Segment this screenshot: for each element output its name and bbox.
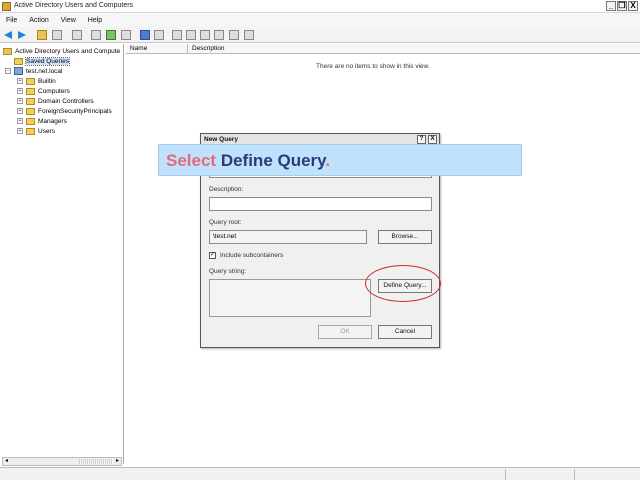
tree-item-label: Managers	[38, 117, 67, 125]
back-icon[interactable]	[4, 30, 14, 40]
add-to-group-icon[interactable]	[244, 30, 254, 40]
dialog-title: New Query	[204, 136, 238, 143]
menu-action[interactable]: Action	[29, 17, 48, 24]
instruction-period: .	[325, 151, 331, 170]
tree-item-root[interactable]: Active Directory Users and Compute	[3, 46, 120, 56]
tree-item-label: Computers	[38, 87, 70, 95]
instruction-callout: Select Define Query.	[158, 144, 522, 176]
browse-button[interactable]: Browse...	[378, 230, 432, 244]
status-separator	[505, 469, 506, 480]
dialog-help-button[interactable]: ?	[417, 135, 426, 144]
tree-item-label: Users	[38, 127, 55, 135]
menu-view[interactable]: View	[61, 17, 76, 24]
help-icon[interactable]	[140, 30, 150, 40]
minimize-button[interactable]: _	[606, 1, 616, 11]
forward-icon[interactable]	[17, 30, 27, 40]
folder-icon	[26, 77, 35, 85]
expand-icon[interactable]: +	[17, 88, 23, 94]
export-list-icon[interactable]	[121, 30, 131, 40]
instruction-text: Select Define Query.	[166, 151, 330, 171]
expand-icon[interactable]: +	[17, 108, 23, 114]
tree-item-label: Builtin	[38, 77, 56, 85]
close-window-button[interactable]: X	[628, 1, 638, 11]
tree-item-computers[interactable]: + Computers	[17, 86, 70, 96]
ok-button[interactable]: OK	[318, 325, 372, 339]
tree-item-label: test.net.local	[26, 67, 63, 75]
properties-icon[interactable]	[91, 30, 101, 40]
new-ou-icon[interactable]	[200, 30, 210, 40]
menu-help[interactable]: Help	[88, 17, 102, 24]
highlight-ring	[365, 265, 441, 302]
expand-icon[interactable]: +	[17, 118, 23, 124]
refresh-icon[interactable]	[106, 30, 116, 40]
dialog-close-button[interactable]: X	[428, 135, 437, 144]
expand-icon[interactable]: +	[17, 98, 23, 104]
delete-icon[interactable]	[72, 30, 82, 40]
tree-item-domain[interactable]: − test.net.local	[5, 66, 63, 76]
include-subcontainers-checkbox[interactable]: ✓	[209, 252, 216, 259]
tree-item-users[interactable]: + Users	[17, 126, 55, 136]
folder-icon	[26, 107, 35, 115]
column-header-description[interactable]: Description	[188, 44, 640, 54]
tree-horizontal-scrollbar[interactable]: ◂ ▸	[2, 457, 122, 466]
instruction-verb: Select	[166, 151, 221, 170]
menu-file[interactable]: File	[6, 17, 17, 24]
window-controls: _ ❒ X	[606, 1, 638, 11]
tree-item-label: ForeignSecurityPrincipals	[38, 107, 112, 115]
up-folder-icon[interactable]	[37, 30, 47, 40]
collapse-icon[interactable]: −	[5, 68, 11, 74]
tree-item-managers[interactable]: + Managers	[17, 116, 67, 126]
restore-button[interactable]: ❒	[617, 1, 627, 11]
menu-bar: File Action View Help	[0, 13, 640, 27]
toolbar	[0, 27, 640, 43]
folder-icon	[26, 117, 35, 125]
tree-item-label: Active Directory Users and Compute	[15, 47, 121, 55]
query-string-label: Query string:	[209, 268, 247, 275]
instruction-target: Define Query	[220, 151, 326, 170]
tree-item-domain-controllers[interactable]: + Domain Controllers	[17, 96, 94, 106]
expand-icon[interactable]: +	[17, 78, 23, 84]
description-label: Description:	[209, 186, 244, 193]
directory-icon	[3, 47, 12, 55]
status-bar	[0, 467, 640, 480]
tree-item-label: Domain Controllers	[38, 97, 94, 105]
empty-list-message: There are no items to show in this view.	[316, 63, 430, 70]
app-icon	[2, 2, 11, 11]
scroll-left-icon[interactable]: ◂	[3, 458, 10, 465]
cancel-button[interactable]: Cancel	[378, 325, 432, 339]
folder-icon	[26, 127, 35, 135]
find-icon[interactable]	[229, 30, 239, 40]
show-hide-tree-icon[interactable]	[52, 30, 62, 40]
tree-item-foreign-security-principals[interactable]: + ForeignSecurityPrincipals	[17, 106, 112, 116]
tree-item-saved-queries[interactable]: Saved Queries	[14, 56, 70, 66]
description-field[interactable]	[209, 197, 432, 211]
window-title: Active Directory Users and Computers	[14, 2, 134, 9]
tree-item-label: Saved Queries	[25, 56, 70, 66]
new-user-icon[interactable]	[172, 30, 182, 40]
folder-icon	[14, 57, 23, 65]
query-root-field: \test.net	[209, 230, 367, 244]
scroll-right-icon[interactable]: ▸	[114, 458, 121, 465]
column-header-name[interactable]: Name	[126, 44, 188, 54]
view-icon[interactable]	[154, 30, 164, 40]
folder-icon	[26, 97, 35, 105]
scroll-thumb[interactable]	[79, 459, 113, 464]
filter-icon[interactable]	[214, 30, 224, 40]
status-separator	[574, 469, 575, 480]
domain-icon	[14, 67, 23, 75]
include-subcontainers-label: Include subcontainers	[220, 252, 284, 259]
console-tree: Active Directory Users and Compute Saved…	[0, 44, 124, 464]
query-string-box	[209, 279, 371, 317]
tree-item-builtin[interactable]: + Builtin	[17, 76, 56, 86]
new-group-icon[interactable]	[186, 30, 196, 40]
query-root-label: Query root:	[209, 219, 242, 226]
folder-icon	[26, 87, 35, 95]
expand-icon[interactable]: +	[17, 128, 23, 134]
title-bar: Active Directory Users and Computers _ ❒…	[0, 0, 640, 13]
